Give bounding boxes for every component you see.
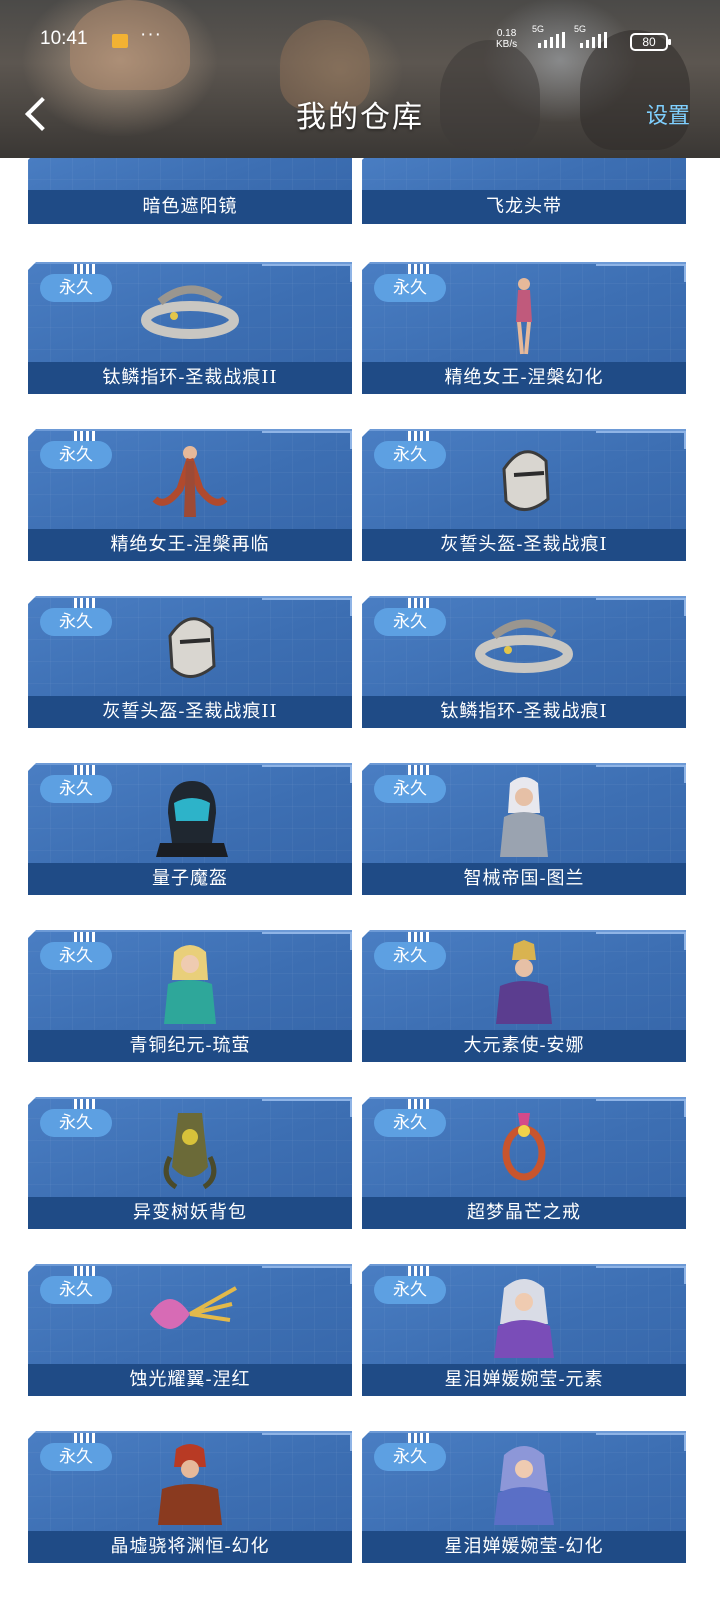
item-card[interactable]: 永久 超梦晶芒之戒 <box>362 1097 686 1229</box>
item-card[interactable]: 永久 大元素使-安娜 <box>362 930 686 1062</box>
character-icon <box>494 1446 554 1525</box>
character-icon <box>152 446 228 517</box>
item-name: 暗色遮阳镜 <box>28 190 352 224</box>
battery-icon: 80 <box>630 33 671 51</box>
permanent-badge: 永久 <box>40 775 112 803</box>
permanent-badge: 永久 <box>40 1443 112 1471</box>
item-card[interactable]: 永久 精绝女王-涅槃幻化 <box>362 262 686 394</box>
item-name: 蚀光耀翼-涅红 <box>28 1364 352 1396</box>
character-icon <box>496 940 552 1024</box>
item-card[interactable]: 永久 灰誓头盔-圣裁战痕I <box>362 429 686 561</box>
item-card[interactable]: 永久 晶墟骁将渊恒-幻化 <box>28 1431 352 1563</box>
item-name: 异变树妖背包 <box>28 1197 352 1229</box>
permanent-badge: 永久 <box>40 1276 112 1304</box>
item-card[interactable]: 永久 星泪婵媛婉莹-元素 <box>362 1264 686 1396</box>
item-name: 智械帝国-图兰 <box>362 863 686 895</box>
permanent-badge: 永久 <box>40 274 112 302</box>
item-card[interactable]: 永久 青铜纪元-琉萤 <box>28 930 352 1062</box>
settings-button[interactable]: 设置 <box>646 98 690 130</box>
item-card[interactable]: 永久 量子魔盔 <box>28 763 352 895</box>
message-icon <box>112 34 128 48</box>
backpack-icon <box>163 1113 217 1190</box>
permanent-badge: 永久 <box>374 441 446 469</box>
helmet-icon <box>168 617 216 678</box>
signal-icon: 5G <box>532 24 565 48</box>
item-card[interactable]: 永久 智械帝国-图兰 <box>362 763 686 895</box>
item-card[interactable]: 永久 灰誓头盔-圣裁战痕II <box>28 596 352 728</box>
character-icon <box>158 1444 222 1525</box>
permanent-badge: 永久 <box>40 441 112 469</box>
signal-icon: 5G <box>574 24 607 48</box>
header-banner: 10:41 ··· 0.18 KB/s 5G 5G 80 我的仓库 设置 <box>0 0 720 158</box>
item-name: 星泪婵媛婉莹-元素 <box>362 1364 686 1396</box>
item-card[interactable]: 飞龙头带 <box>362 152 686 224</box>
permanent-badge: 永久 <box>374 1443 446 1471</box>
helmet-icon <box>156 781 228 857</box>
network-speed: 0.18 KB/s <box>496 28 518 50</box>
item-name: 精绝女王-涅槃幻化 <box>362 362 686 394</box>
inventory-grid: 暗色遮阳镜 飞龙头带 永久 钛鳞指环-圣裁战痕II 永久 精绝女王-涅槃幻化 永… <box>0 0 720 1600</box>
item-name: 量子魔盔 <box>28 863 352 895</box>
permanent-badge: 永久 <box>374 775 446 803</box>
character-icon <box>516 278 532 355</box>
status-bar: 10:41 ··· 0.18 KB/s 5G 5G 80 <box>0 22 720 58</box>
permanent-badge: 永久 <box>40 1109 112 1137</box>
item-card[interactable]: 永久 蚀光耀翼-涅红 <box>28 1264 352 1396</box>
permanent-badge: 永久 <box>40 942 112 970</box>
permanent-badge: 永久 <box>374 1109 446 1137</box>
permanent-badge: 永久 <box>374 942 446 970</box>
item-name: 钛鳞指环-圣裁战痕I <box>362 696 686 728</box>
item-card[interactable]: 永久 精绝女王-涅槃再临 <box>28 429 352 561</box>
character-icon <box>494 1279 554 1358</box>
character-icon <box>164 945 216 1024</box>
permanent-badge: 永久 <box>40 608 112 636</box>
item-name: 飞龙头带 <box>362 190 686 224</box>
item-card[interactable]: 暗色遮阳镜 <box>28 152 352 224</box>
wings-icon <box>150 1286 237 1329</box>
ring-icon <box>475 619 573 673</box>
item-name: 灰誓头盔-圣裁战痕I <box>362 529 686 561</box>
permanent-badge: 永久 <box>374 274 446 302</box>
character-icon <box>500 777 548 857</box>
item-card[interactable]: 永久 钛鳞指环-圣裁战痕I <box>362 596 686 728</box>
helmet-icon <box>502 450 550 511</box>
item-name: 灰誓头盔-圣裁战痕II <box>28 696 352 728</box>
ring-icon <box>502 1113 546 1181</box>
status-time: 10:41 <box>40 28 88 49</box>
item-name: 大元素使-安娜 <box>362 1030 686 1062</box>
item-name: 超梦晶芒之戒 <box>362 1197 686 1229</box>
permanent-badge: 永久 <box>374 608 446 636</box>
item-name: 青铜纪元-琉萤 <box>28 1030 352 1062</box>
item-card[interactable]: 永久 钛鳞指环-圣裁战痕II <box>28 262 352 394</box>
item-card[interactable]: 永久 异变树妖背包 <box>28 1097 352 1229</box>
item-name: 晶墟骁将渊恒-幻化 <box>28 1531 352 1563</box>
item-name: 星泪婵媛婉莹-幻化 <box>362 1531 686 1563</box>
item-name: 钛鳞指环-圣裁战痕II <box>28 362 352 394</box>
item-name: 精绝女王-涅槃再临 <box>28 529 352 561</box>
page-title: 我的仓库 <box>296 100 424 135</box>
ring-icon <box>141 285 239 339</box>
more-notifications-icon: ··· <box>140 24 162 45</box>
item-card[interactable]: 永久 星泪婵媛婉莹-幻化 <box>362 1431 686 1563</box>
permanent-badge: 永久 <box>374 1276 446 1304</box>
